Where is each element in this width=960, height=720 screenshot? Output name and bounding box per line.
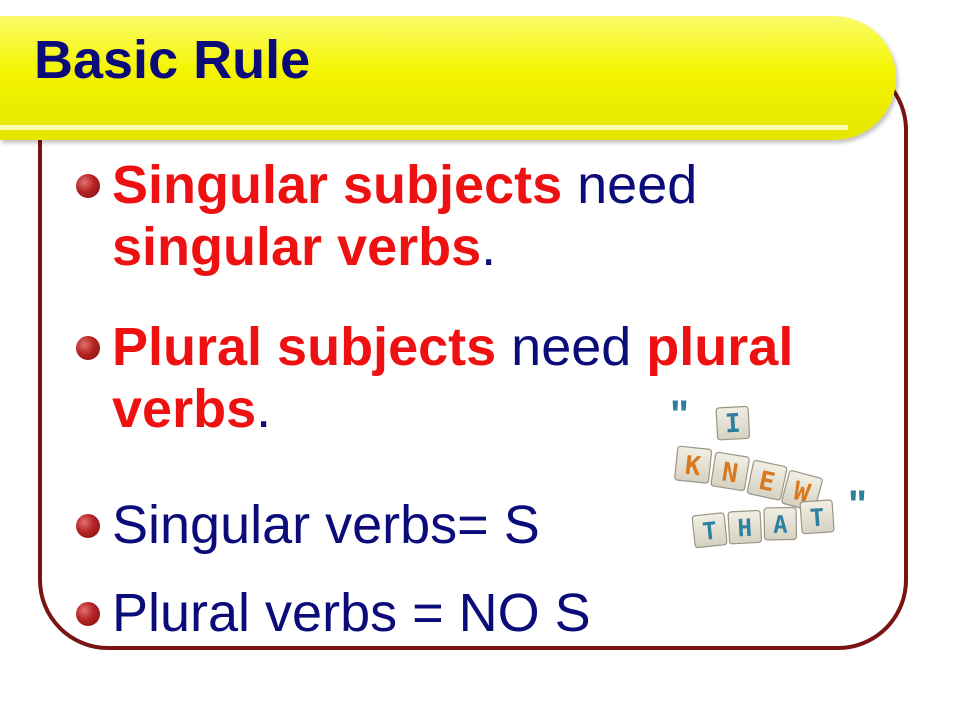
bullet-dot-icon [76,602,100,626]
letter-block: T [799,499,835,535]
letter-block: E [746,459,788,501]
emphasis-singular-verbs: singular verbs [112,217,482,277]
title-underline [0,125,848,130]
bullet-item-plural-verbs-no-s: Plural verbs = NO S [76,582,892,644]
letter-block: A [763,506,798,541]
bullet-dot-icon [76,174,100,198]
plain-text: . [256,379,272,439]
plain-text: need [562,155,698,215]
letter-block: I [715,405,751,441]
letter-block: H [727,509,763,545]
emphasis-singular-subjects: Singular subjects [112,155,563,215]
block-letter: T [701,517,718,546]
plain-text: . [481,217,497,277]
block-letter: A [773,511,788,539]
block-letter: T [809,503,825,532]
block-letter: H [737,514,753,543]
bullet-item-singular-rule: Singular subjects need singular verbs. [76,154,892,278]
close-quote-mark: " [848,483,867,527]
letter-block: T [691,512,728,549]
bullet-dot-icon [76,336,100,360]
bullet-dot-icon [76,514,100,538]
letter-block: K [674,445,713,484]
slide-title: Basic Rule [34,30,311,90]
i-knew-that-picture: " " I K N E W T H A T [640,396,900,566]
letter-block: N [710,451,750,492]
block-letter: I [724,409,741,440]
open-quote-mark: " [670,396,689,437]
bullet-text: Singular verbs= S [112,495,540,555]
plain-text: need [496,317,647,377]
bullet-text: Plural verbs = NO S [112,583,591,643]
emphasis-plural-subjects: Plural subjects [112,317,497,377]
